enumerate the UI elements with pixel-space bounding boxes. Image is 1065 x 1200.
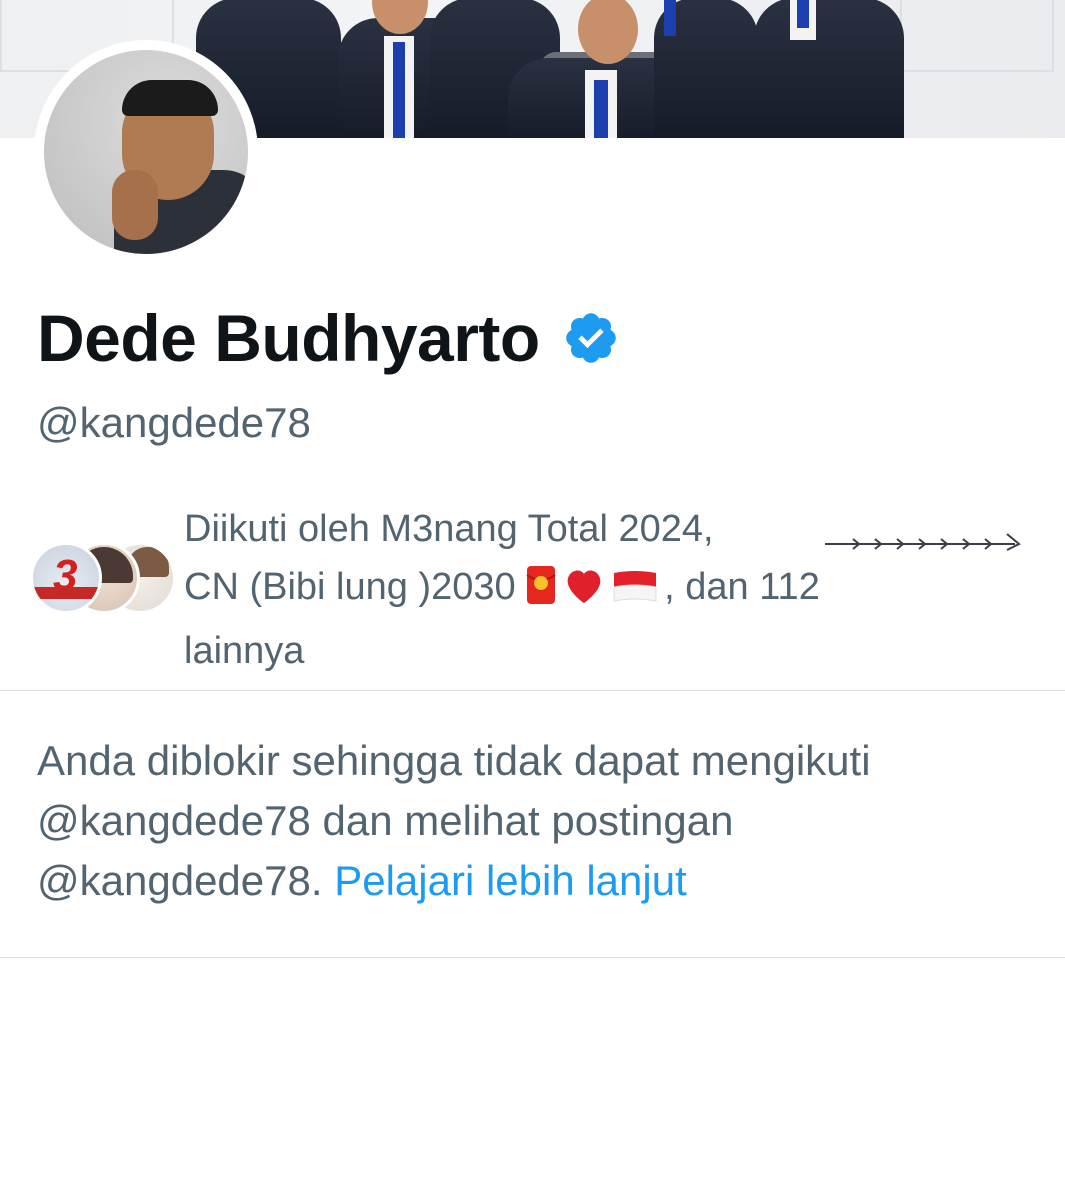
followers-text-line-2-suffix: , dan 112 [664,566,820,608]
avatar-hair [122,80,218,116]
banner-tie [797,0,809,28]
blocked-notice-line-3: @kangdede78. Pelajari lebih lanjut [37,851,1037,911]
banner-person [754,0,904,138]
section-divider [0,957,1065,958]
followers-you-know[interactable]: 3 Diikuti oleh M3nang Total 2024, CN (Bi… [30,500,1050,672]
arrow-decoration-icon [823,530,1023,559]
verified-badge-icon[interactable] [562,309,620,367]
blocked-notice-line-2: @kangdede78 dan melihat postingan [37,797,734,844]
section-divider [0,690,1065,691]
followers-text-line-3: lainnya [184,630,305,672]
avatar-hand [112,170,158,240]
profile-name-row: Dede Budhyarto [37,300,620,376]
learn-more-link[interactable]: Pelajari lebih lanjut [334,857,687,904]
profile-avatar[interactable] [44,50,248,254]
blocked-notice-line-1: Anda diblokir sehingga tidak dapat mengi… [37,737,871,784]
red-heart-icon [562,564,606,622]
banner-tie [664,0,676,36]
followers-text-line-2-prefix: CN (Bibi lung )2030 [184,566,516,608]
banner-tie [594,80,608,138]
blocked-notice: Anda diblokir sehingga tidak dapat mengi… [37,731,1037,911]
banner-tie [393,42,405,138]
followers-text-line-2: CN (Bibi lung )2030 , dan 112 [184,558,1044,622]
follower-avatar: 3 [30,542,102,614]
profile-display-name: Dede Budhyarto [37,301,540,375]
red-envelope-icon [526,564,556,622]
wall-panel [900,0,1054,72]
follower-avatar-band [33,587,99,599]
indonesia-flag-icon [612,564,658,622]
followers-text: Diikuti oleh M3nang Total 2024, CN (Bibi… [184,500,1044,680]
blocked-notice-handle: @kangdede78. [37,857,323,904]
profile-handle: @kangdede78 [37,399,311,446]
